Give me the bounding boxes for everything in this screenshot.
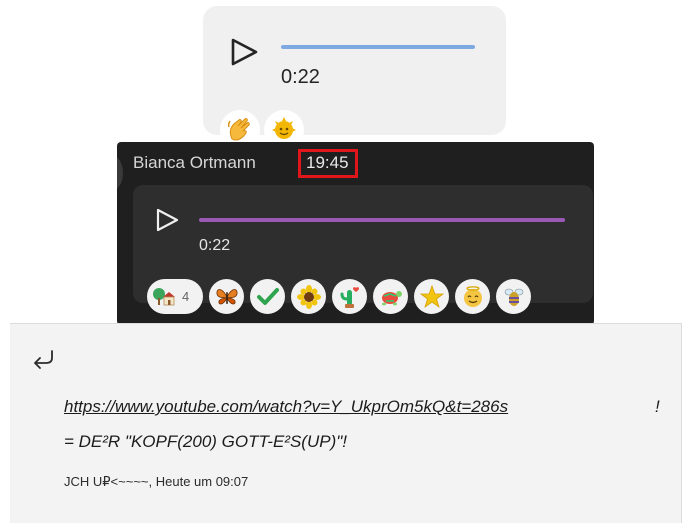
waving-hand-icon	[227, 118, 250, 141]
check-mark-icon	[256, 287, 279, 305]
reaction-count: 4	[182, 289, 190, 304]
play-icon[interactable]	[155, 208, 181, 232]
avatar[interactable]	[117, 156, 123, 190]
reaction-bee[interactable]	[496, 279, 531, 314]
play-icon[interactable]	[229, 37, 261, 67]
audio-progress-bar[interactable]	[281, 45, 475, 49]
reply-arrow-icon[interactable]	[32, 348, 56, 370]
voice-message-dark: Bianca Ortmann 19:45 0:22 4	[117, 142, 594, 325]
reaction-smiling-face[interactable]	[455, 279, 490, 314]
message-timestamp: 19:45	[298, 149, 358, 178]
sunflower-icon	[296, 284, 321, 309]
audio-duration: 0:22	[281, 66, 320, 88]
bee-icon	[504, 288, 523, 306]
star-icon	[419, 284, 444, 308]
reaction-star[interactable]	[414, 279, 449, 314]
link-trailing-text: !	[655, 397, 660, 416]
audio-duration: 0:22	[199, 237, 231, 254]
message-text: = DE²R "KOPF(200) GOTT-E²S(UP)"!	[64, 432, 348, 451]
reaction-list: 4	[147, 279, 531, 314]
sun-face-icon	[272, 117, 296, 139]
reaction-house-with-tree[interactable]: 4	[147, 279, 203, 314]
reaction-sunflower[interactable]	[291, 279, 326, 314]
message-meta: JCH U₽<~~~~, Heute um 09:07	[64, 474, 249, 489]
youtube-link[interactable]: https://www.youtube.com/watch?v=Y_UkprOm…	[64, 397, 508, 417]
reaction-turtle[interactable]	[373, 279, 408, 314]
voice-message-light: 0:22	[203, 6, 506, 150]
house-with-tree-icon	[153, 287, 175, 305]
reaction-check-mark[interactable]	[250, 279, 285, 314]
reaction-butterfly[interactable]	[209, 279, 244, 314]
audio-progress-bar[interactable]	[199, 218, 565, 222]
reply-preview: https://www.youtube.com/watch?v=Y_UkprOm…	[10, 323, 682, 523]
sender-name: Bianca Ortmann	[133, 153, 256, 172]
turtle-icon	[381, 290, 402, 305]
smiling-face-icon	[463, 285, 482, 307]
cactus-with-heart-icon	[340, 286, 359, 308]
reaction-cactus-with-heart[interactable]	[332, 279, 367, 314]
butterfly-icon	[216, 288, 237, 304]
